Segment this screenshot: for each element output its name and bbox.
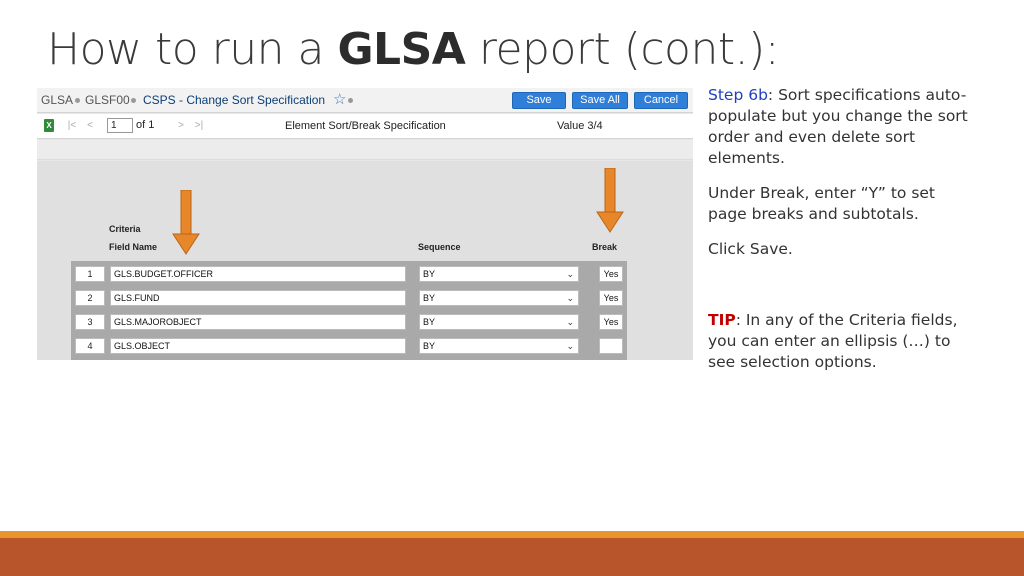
click-save-note: Click Save.	[708, 240, 793, 258]
sequence-select[interactable]: BY ⌄	[419, 314, 579, 330]
breadcrumb-current: CSPS - Change Sort Specification	[143, 93, 326, 107]
save-all-button[interactable]: Save All	[572, 92, 628, 109]
field-name-arrow-icon	[172, 190, 200, 255]
table-row: 2 GLS.FUND BY ⌄ Yes	[71, 287, 627, 309]
row-number: 2	[75, 290, 105, 306]
screenshot-panel: GLSA GLSF00 CSPS - Change Sort Specifica…	[37, 88, 693, 360]
tip-note: TIP: In any of the Criteria fields, you …	[708, 310, 978, 373]
page-count: of 1	[136, 119, 155, 131]
instruction-notes: Step 6b: Sort specifications auto-popula…	[708, 85, 978, 387]
chevron-down-icon: ⌄	[566, 269, 574, 279]
sequence-value: BY	[423, 293, 436, 303]
field-name-input[interactable]: GLS.MAJOROBJECT	[110, 314, 406, 330]
breadcrumb-separator	[75, 98, 80, 103]
step-label: Step 6b	[708, 86, 768, 104]
record-toolbar: X |< < 1 of 1 > >| Element Sort/Break Sp…	[37, 114, 693, 139]
previous-page-icon[interactable]: <	[83, 119, 97, 132]
tip-text: : In any of the Criteria fields, you can…	[708, 311, 958, 371]
value-indicator: Value 3/4	[557, 120, 603, 132]
next-page-icon[interactable]: >	[174, 119, 188, 132]
title-glsa: GLSA	[337, 24, 466, 75]
slide-title: How to run a GLSA report (cont.):	[47, 24, 780, 75]
first-page-icon[interactable]: |<	[65, 119, 79, 132]
sequence-header: Sequence	[418, 242, 461, 252]
sequence-value: BY	[423, 341, 436, 351]
sequence-select[interactable]: BY ⌄	[419, 338, 579, 354]
breadcrumb-separator	[348, 98, 353, 103]
row-number: 1	[75, 266, 105, 282]
sort-spec-table: 1 GLS.BUDGET.OFFICER BY ⌄ Yes 2 GLS.FUND …	[71, 261, 627, 360]
row-number: 3	[75, 314, 105, 330]
favorite-star-icon[interactable]: ☆	[333, 90, 346, 108]
table-row: 4 GLS.OBJECT BY ⌄	[71, 335, 627, 357]
break-arrow-icon	[596, 168, 624, 233]
break-input[interactable]	[599, 338, 623, 354]
title-part-1: How to run a	[47, 24, 338, 75]
footer-bar	[0, 538, 1024, 576]
chevron-down-icon: ⌄	[566, 341, 574, 351]
export-document-icon[interactable]: X	[44, 119, 54, 132]
break-input[interactable]: Yes	[599, 290, 623, 306]
table-row: 1 GLS.BUDGET.OFFICER BY ⌄ Yes	[71, 263, 627, 285]
breadcrumb-glsa[interactable]: GLSA	[41, 93, 73, 107]
row-number: 4	[75, 338, 105, 354]
field-name-header: Field Name	[109, 242, 158, 252]
step-note: Step 6b: Sort specifications auto-popula…	[708, 85, 978, 169]
sequence-select[interactable]: BY ⌄	[419, 290, 579, 306]
last-page-icon[interactable]: >|	[192, 119, 206, 132]
page-number-input[interactable]: 1	[107, 118, 133, 133]
sequence-value: BY	[423, 269, 436, 279]
app-header-bar: GLSA GLSF00 CSPS - Change Sort Specifica…	[37, 88, 693, 113]
field-name-input[interactable]: GLS.OBJECT	[110, 338, 406, 354]
blank-band	[37, 140, 693, 160]
cancel-button[interactable]: Cancel	[634, 92, 688, 109]
break-input[interactable]: Yes	[599, 314, 623, 330]
save-button[interactable]: Save	[512, 92, 566, 109]
break-note: Under Break, enter “Y” to set page break…	[708, 184, 936, 223]
chevron-down-icon: ⌄	[566, 317, 574, 327]
break-header: Break	[592, 242, 618, 252]
breadcrumb-glsf00[interactable]: GLSF00	[85, 93, 130, 107]
field-name-input[interactable]: GLS.BUDGET.OFFICER	[110, 266, 406, 282]
footer-accent-line	[0, 531, 1024, 538]
screen-title: Element Sort/Break Specification	[285, 120, 446, 132]
criteria-header: Criteria	[109, 224, 141, 234]
chevron-down-icon: ⌄	[566, 293, 574, 303]
title-part-2: report (cont.):	[465, 24, 780, 75]
breadcrumb-separator	[131, 98, 136, 103]
tip-label: TIP	[708, 311, 736, 329]
sequence-select[interactable]: BY ⌄	[419, 266, 579, 282]
table-row: 3 GLS.MAJOROBJECT BY ⌄ Yes	[71, 311, 627, 333]
field-name-input[interactable]: GLS.FUND	[110, 290, 406, 306]
sequence-value: BY	[423, 317, 436, 327]
break-input[interactable]: Yes	[599, 266, 623, 282]
